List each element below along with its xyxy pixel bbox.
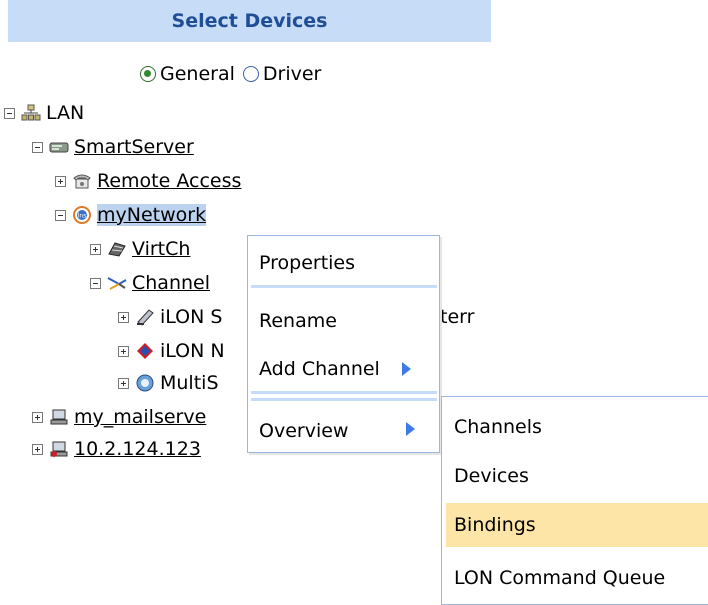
tree-label-overflow: terr [440, 306, 475, 328]
menu-separator [251, 285, 437, 288]
tree-label[interactable]: my_mailserve [74, 406, 206, 428]
virtual-channel-icon [108, 242, 126, 257]
menu-separator [251, 391, 437, 394]
driver-radio[interactable] [242, 66, 259, 82]
general-radio-label[interactable]: General [160, 63, 235, 85]
tree-label[interactable]: Channel [132, 272, 210, 294]
svg-text:lns: lns [78, 213, 87, 220]
tree-label[interactable]: myNetwork [97, 204, 207, 226]
tree-label[interactable]: SmartServer [74, 136, 194, 158]
multisensor-icon [136, 374, 154, 392]
tree-label[interactable]: Remote Access [97, 170, 241, 192]
menu-item-properties[interactable]: Properties [259, 248, 355, 278]
menu-item-rename[interactable]: Rename [259, 306, 337, 336]
collapse-icon[interactable] [55, 209, 66, 221]
tree-node-virtch[interactable]: VirtCh [90, 236, 190, 262]
lan-network-icon [21, 104, 41, 121]
expand-icon[interactable] [32, 411, 43, 423]
tree-node-ilon-s[interactable]: iLON S [118, 304, 222, 330]
tree-node-my-mailserver[interactable]: my_mailserve [32, 404, 206, 430]
expand-icon[interactable] [55, 175, 66, 187]
overview-submenu: Channels Devices Bindings LON Command Qu… [441, 396, 708, 605]
submenu-arrow-icon [402, 362, 411, 376]
panel-title: Select Devices [8, 0, 491, 42]
channel-icon [107, 277, 127, 290]
tree-node-channel[interactable]: Channel [90, 270, 210, 296]
ilon-device-icon [137, 309, 154, 326]
tree-node-ip-device[interactable]: 10.2.124.123 [32, 436, 201, 462]
tree-node-lan[interactable]: LAN [4, 100, 84, 126]
menu-item-overview[interactable]: Overview [259, 416, 348, 446]
smartserver-icon [49, 142, 69, 153]
tree-node-remote-access[interactable]: Remote Access [55, 168, 241, 194]
submenu-item-bindings[interactable]: Bindings [446, 503, 708, 547]
tree-node-smartserver[interactable]: SmartServer [32, 134, 194, 160]
tree-node-multis[interactable]: MultiS [118, 370, 219, 396]
expand-icon[interactable] [118, 311, 129, 323]
tree-node-mynetwork[interactable]: lns myNetwork [55, 202, 207, 228]
driver-radio-label[interactable]: Driver [263, 63, 321, 85]
expand-icon[interactable] [118, 377, 129, 389]
tree-label[interactable]: iLON N [160, 340, 225, 362]
submenu-item-devices[interactable]: Devices [446, 454, 708, 498]
view-mode-selector: General Driver [140, 60, 321, 88]
tree-label[interactable]: iLON S [160, 306, 222, 328]
remote-computer-icon [50, 441, 68, 457]
submenu-item-lon-command-queue[interactable]: LON Command Queue [446, 556, 708, 600]
ilon-router-icon [137, 343, 153, 359]
tree-label[interactable]: 10.2.124.123 [74, 438, 201, 460]
tree-node-ilon-n[interactable]: iLON N [118, 338, 225, 364]
expand-icon[interactable] [90, 243, 101, 255]
lns-network-icon: lns [73, 206, 91, 224]
tree-label[interactable]: VirtCh [132, 238, 190, 260]
left-edge [0, 0, 8, 605]
tree-node-ilon-s-overflow: terr [440, 304, 474, 330]
computer-icon [50, 409, 68, 425]
submenu-item-channels[interactable]: Channels [446, 405, 708, 449]
expand-icon[interactable] [32, 443, 43, 455]
menu-item-add-channel[interactable]: Add Channel [259, 354, 380, 384]
expand-icon[interactable] [118, 345, 129, 357]
collapse-icon[interactable] [4, 107, 15, 119]
menu-separator [251, 398, 437, 401]
tree-label[interactable]: LAN [46, 102, 84, 124]
context-menu: Properties Rename Add Channel Overview [247, 235, 440, 453]
general-radio[interactable] [140, 66, 156, 82]
telephone-icon [73, 174, 91, 189]
collapse-icon[interactable] [32, 141, 43, 153]
submenu-arrow-icon [406, 422, 415, 436]
collapse-icon[interactable] [90, 277, 101, 289]
tree-label[interactable]: MultiS [160, 372, 219, 394]
